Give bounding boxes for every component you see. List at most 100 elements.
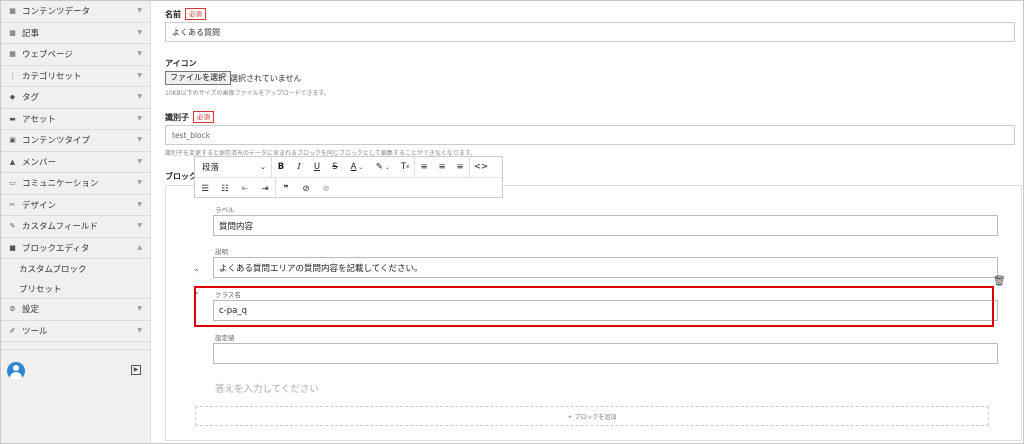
sidebar-item-design[interactable]: ✂ デザイン ▼ (1, 195, 150, 216)
grid-icon: ▦ (9, 50, 16, 59)
label-caption: ラベル (215, 206, 235, 214)
numbered-list-icon[interactable]: ☷ (215, 178, 235, 199)
chevron-down-icon: ▼ (137, 222, 142, 229)
sidebar-item-category[interactable]: ⋮ カテゴリセット ▼ (1, 66, 150, 87)
highlight-box (194, 286, 994, 327)
label-input[interactable]: 質問内容 (213, 215, 998, 236)
sidebar-item-briefcase[interactable]: ▬ アセット ▼ (1, 109, 150, 130)
sidebar-item-wrench[interactable]: ✐ ツール ▼ (1, 321, 150, 342)
chevron-down-icon: ▼ (137, 28, 142, 36)
sidebar-item-grid[interactable]: ▦ コンテンツデータ ▼ (1, 1, 150, 23)
block-editor-icon: ■ (9, 243, 16, 252)
sidebar-item-label: デザイン (22, 200, 57, 211)
sidebar-item-comment[interactable]: ▭ コミュニケーション ▼ (1, 173, 150, 195)
wrench-icon: ✐ (9, 326, 16, 335)
block-label: ブロック (165, 172, 197, 181)
sidebar-item-label: ツール (22, 326, 48, 337)
clear-format-icon[interactable]: Tx (396, 157, 414, 178)
description-input[interactable]: よくある質問エリアの質問内容を記載してください。 (213, 257, 998, 278)
sidebar-item-user[interactable]: ▲ メンバー ▼ (1, 152, 150, 173)
strikethrough-icon[interactable]: S (326, 157, 344, 178)
add-block-button[interactable]: + ブロックを追加 (195, 406, 989, 426)
trash-icon[interactable]: 🗑 (993, 276, 1006, 287)
align-left-icon[interactable]: ≡ (415, 157, 433, 178)
sidebar-item-label: コンテンツデータ (22, 7, 91, 18)
chevron-up-icon: ▲ (137, 243, 142, 251)
quote-icon[interactable]: ❞ (276, 178, 296, 199)
italic-icon[interactable]: I (290, 157, 308, 178)
main-content: 名前 必須 よくある質問 アイコン ファイルを選択 選択されていません 10KB以… (151, 1, 1023, 443)
sidebar-item-tag[interactable]: ◆ タグ ▼ (1, 87, 150, 109)
code-icon[interactable]: <> (470, 157, 492, 178)
sidebar-item-gear[interactable]: ⚙ 設定 ▼ (1, 299, 150, 321)
highlight-icon[interactable]: ✎ ⌄ (370, 157, 396, 178)
required-badge: 必須 (185, 8, 206, 20)
chevron-down-icon: ▼ (137, 114, 142, 122)
description-caption: 説明 (215, 248, 228, 256)
paragraph-select[interactable]: 段落 ⌄ (195, 157, 271, 178)
setting-caption: 設定値 (215, 334, 235, 342)
chevron-down-icon: ▼ (137, 157, 142, 165)
chevron-down-icon: ▼ (137, 71, 142, 79)
sidebar-item-block-editor[interactable]: ■ ブロックエディタ ▲ (1, 238, 150, 259)
tag-icon: ◆ (9, 93, 16, 102)
underline-icon[interactable]: U (308, 157, 326, 178)
sidebar-item-label: カテゴリセット (22, 71, 82, 82)
sidebar-item-label: カスタムフィールド (22, 222, 98, 233)
bulleted-list-icon[interactable]: ☰ (195, 178, 215, 199)
outdent-icon[interactable]: ⇤ (235, 178, 255, 199)
grid-icon: ▦ (9, 7, 16, 16)
design-icon: ✂ (9, 200, 16, 209)
briefcase-icon: ▬ (9, 114, 16, 123)
sidebar-item-label: ブロックエディタ (22, 243, 90, 254)
editor-toolbar: 段落 ⌄ B I U S A ⌄ ✎ ⌄ Tx ≡ ≡ ≡ <> ☰ ☷ ⇤ ⇥ ❞ … (194, 156, 503, 199)
icon-help-text: 10KB以下のサイズの画像ファイルをアップロードできます。 (165, 90, 330, 97)
sidebar-item-label: 記事 (22, 28, 40, 39)
align-right-icon[interactable]: ≡ (451, 157, 469, 178)
move-up-icon[interactable]: ⌃ (193, 268, 200, 277)
chevron-down-icon: ▼ (137, 7, 142, 14)
answer-placeholder[interactable]: 答えを入力してください (215, 381, 319, 395)
name-input[interactable]: よくある質問 (165, 22, 1015, 42)
grid-icon: ▣ (9, 136, 16, 145)
sidebar-item-grid[interactable]: ▦ 記事 ▼ (1, 23, 150, 44)
comment-icon: ▭ (9, 179, 16, 188)
sidebar: ▦ コンテンツデータ ▼ ▦ 記事 ▼ ▦ ウェブページ ▼ ⋮ カテゴリセット ▼ ◆ タグ ▼ ▬ アセット… (1, 1, 151, 443)
setting-input[interactable] (213, 343, 998, 364)
sidebar-item-grid[interactable]: ▦ ウェブページ ▼ (1, 44, 150, 66)
avatar[interactable] (7, 362, 25, 380)
sidebar-item-label: コンテンツタイプ (22, 136, 91, 147)
unlink-icon[interactable]: ⊗ (316, 178, 336, 199)
sidebar-item-label: メンバー (22, 157, 57, 168)
sidebar-subitem-custom-block[interactable]: カスタムブロック (1, 259, 150, 279)
font-color-icon[interactable]: A ⌄ (344, 157, 370, 178)
indent-icon[interactable]: ⇥ (255, 178, 275, 199)
paragraph-select-label: 段落 (202, 163, 220, 173)
name-label: 名前 必須 (165, 8, 206, 20)
sidebar-item-field[interactable]: ✎ カスタムフィールド ▼ (1, 216, 150, 238)
sidebar-footer: ▶ (1, 349, 151, 443)
bold-icon[interactable]: B (272, 157, 290, 178)
category-icon: ⋮ (9, 71, 16, 80)
identifier-label: 識別子 必須 (165, 111, 214, 123)
chevron-down-icon: ▼ (137, 305, 142, 312)
icon-label: アイコン (165, 59, 197, 68)
sidebar-item-label: タグ (22, 93, 40, 104)
sidebar-item-label: コミュニケーション (22, 179, 99, 190)
link-icon[interactable]: ⊘ (296, 178, 316, 199)
drag-handle-icon[interactable]: ⋮ (193, 279, 199, 286)
sidebar-subitem-preset[interactable]: プリセット (1, 279, 150, 299)
align-center-icon[interactable]: ≡ (433, 157, 451, 178)
gear-icon: ⚙ (9, 305, 16, 314)
chevron-down-icon: ▼ (137, 179, 142, 186)
sidebar-item-grid[interactable]: ▣ コンテンツタイプ ▼ (1, 130, 150, 152)
chevron-down-icon: ▼ (137, 326, 142, 334)
chevron-down-icon: ▼ (137, 50, 142, 57)
sidebar-item-label: 設定 (22, 305, 40, 316)
identifier-input[interactable]: test_block (165, 125, 1015, 145)
file-status: 選択されていません (230, 74, 302, 83)
chevron-down-icon: ▼ (137, 200, 142, 208)
collapse-sidebar-icon[interactable]: ▶ (131, 365, 141, 375)
file-select-button[interactable]: ファイルを選択 (165, 71, 231, 85)
sidebar-item-label: ウェブページ (22, 50, 73, 61)
